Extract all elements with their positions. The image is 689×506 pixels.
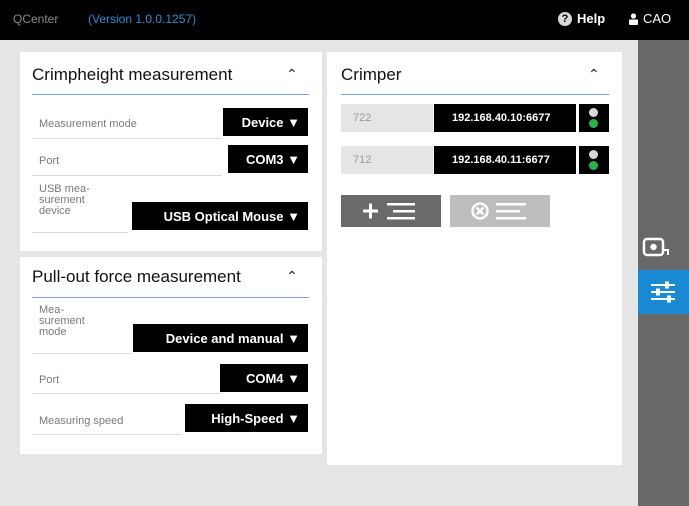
crimpheight-panel: Crimpheight measurement ⌃ Measurement mo… — [20, 52, 322, 251]
add-crimper-button[interactable] — [341, 195, 441, 227]
crimper-ip: 192.168.40.10:6677 — [434, 104, 576, 132]
measurement-mode-label: Measurement mode — [39, 118, 137, 130]
question-circle-icon: ? — [558, 11, 572, 26]
usb-device-dropdown[interactable]: USB Optical Mouse ▼ — [132, 202, 308, 230]
panel-separator — [20, 454, 329, 460]
panel-title: Pull-out force measurement — [32, 267, 241, 286]
measuring-speed-label: Measuring speed — [39, 415, 124, 427]
chevron-up-icon[interactable]: ⌃ — [286, 66, 298, 83]
measurement-mode-dropdown[interactable]: Device and manual ▼ — [133, 324, 308, 352]
app-name: QCenter — [13, 12, 59, 26]
camera-icon — [642, 237, 669, 257]
measurement-mode-dropdown[interactable]: Device ▼ — [223, 108, 308, 136]
port-label: Port — [39, 155, 60, 167]
remove-list-icon — [471, 202, 526, 220]
row-divider — [32, 138, 222, 139]
app-window: QCenter (Version 1.0.0.1257) ? Help CAO … — [0, 0, 689, 506]
camera-button[interactable] — [638, 226, 689, 270]
user-label: CAO — [643, 11, 672, 26]
version-label: (Version 1.0.0.1257) — [88, 12, 197, 26]
user-menu[interactable]: CAO — [628, 11, 671, 26]
right-sidebar — [638, 40, 689, 506]
crimper-port: 722 — [341, 104, 433, 132]
status-dot-off — [589, 108, 598, 117]
settings-button[interactable] — [638, 270, 689, 314]
title-divider — [32, 94, 309, 95]
title-divider — [32, 297, 309, 298]
crimper-row[interactable]: 722 192.168.40.10:6677 — [341, 104, 609, 132]
crimper-port: 712 — [341, 146, 433, 174]
row-divider — [32, 434, 182, 435]
help-label: Help — [577, 11, 606, 26]
panel-title: Crimper — [341, 65, 402, 84]
measuring-speed-dropdown[interactable]: High-Speed ▼ — [185, 404, 308, 432]
sliders-icon — [651, 281, 675, 303]
port-label: Port — [39, 374, 60, 386]
row-divider — [32, 175, 222, 176]
remove-crimper-button[interactable] — [450, 195, 550, 227]
add-list-icon — [363, 203, 415, 220]
chevron-up-icon[interactable]: ⌃ — [588, 66, 600, 83]
pullout-panel: Pull-out force measurement ⌃ Mea- sureme… — [20, 257, 322, 454]
port-dropdown[interactable]: COM3 ▼ — [228, 145, 308, 173]
panel-title: Crimpheight measurement — [32, 65, 233, 84]
status-indicator — [579, 146, 609, 174]
measurement-mode-label: Mea- surement mode — [39, 304, 85, 338]
help-button[interactable]: ? Help — [558, 11, 605, 26]
chevron-up-icon[interactable]: ⌃ — [286, 268, 298, 285]
crimper-row[interactable]: 712 192.168.40.11:6677 — [341, 146, 609, 174]
title-divider — [341, 94, 609, 95]
status-dot-on — [589, 161, 598, 170]
usb-device-label: USB mea- surement device — [39, 183, 90, 217]
user-icon — [629, 12, 638, 25]
top-bar: QCenter (Version 1.0.0.1257) ? Help CAO — [0, 0, 689, 40]
status-dot-off — [589, 150, 598, 159]
status-indicator — [579, 104, 609, 132]
crimper-ip: 192.168.40.11:6677 — [434, 146, 576, 174]
port-dropdown[interactable]: COM4 ▼ — [220, 364, 308, 392]
row-divider — [32, 353, 132, 354]
status-dot-on — [589, 119, 598, 128]
row-divider — [32, 393, 222, 394]
row-divider — [32, 232, 128, 233]
